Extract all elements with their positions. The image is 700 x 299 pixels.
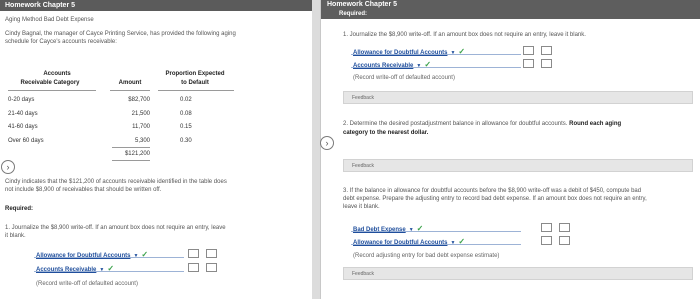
header-rule-1 [8, 90, 96, 91]
row-proportion: 0.08 [180, 111, 192, 117]
question1-text: 1. Journalize the $8,900 write-off. If a… [343, 32, 586, 38]
intro-text-line2: schedule for Cayce's accounts receivable… [5, 39, 117, 45]
entry-note: (Record adjusting entry for bad debt exp… [353, 253, 500, 259]
row-category: Over 60 days [8, 138, 44, 144]
credit-input[interactable] [206, 249, 217, 258]
row-amount: 11,700 [132, 124, 150, 130]
account-select-label: Allowance for Doubtful Accounts [353, 240, 448, 246]
paragraph-line1: Cindy indicates that the $121,200 of acc… [5, 179, 227, 185]
right-header: Homework Chapter 5 [321, 0, 700, 9]
account-select-label: Allowance for Doubtful Accounts [36, 253, 131, 259]
total-double-rule [112, 160, 150, 161]
account-select-allowance[interactable]: Allowance for Doubtful Accounts ▼ ✓ [36, 250, 148, 259]
debit-input[interactable] [541, 223, 552, 232]
account-select-allowance-2[interactable]: Allowance for Doubtful Accounts ▼ ✓ [353, 237, 465, 246]
chevron-down-icon: ▼ [450, 50, 456, 56]
right-panel: Homework Chapter 5 Required: 1. Journali… [320, 0, 700, 299]
question3-line2: debt expense. Prepare the adjusting entr… [343, 196, 647, 202]
feedback-label: Feedback [352, 95, 374, 101]
account-select-label: Bad Debt Expense [353, 227, 406, 233]
question2-text: 2. Determine the desired postadjustment … [343, 121, 570, 127]
credit-input[interactable] [541, 59, 552, 68]
chevron-right-icon: › [325, 138, 329, 148]
row-amount: 21,500 [131, 111, 150, 117]
row-category: 21-40 days [8, 111, 38, 117]
total-rule [112, 147, 150, 148]
credit-input[interactable] [206, 263, 217, 272]
credit-input[interactable] [559, 236, 570, 245]
account-select-receivable[interactable]: Accounts Receivable ▼ ✓ [36, 264, 114, 273]
col-header-proportion-line2: to Default [181, 80, 209, 86]
debit-input[interactable] [188, 263, 199, 272]
checkmark-icon: ✓ [458, 237, 466, 246]
chevron-down-icon: ▼ [416, 63, 422, 69]
question2-line2: category to the nearest dollar. [343, 130, 429, 136]
debit-input[interactable] [541, 236, 552, 245]
question1-line1: 1. Journalize the $8,900 write-off. If a… [5, 225, 226, 231]
row-proportion: 0.30 [180, 138, 192, 144]
debit-input[interactable] [188, 249, 199, 258]
question2-line1: 2. Determine the desired postadjustment … [343, 121, 621, 127]
account-select-label: Accounts Receivable [36, 267, 97, 273]
credit-input[interactable] [541, 46, 552, 55]
row-proportion: 0.02 [180, 97, 192, 103]
col-header-category-line1: Accounts [43, 71, 71, 77]
intro-text-line1: Cindy Bagnal, the manager of Cayce Print… [5, 31, 236, 37]
entry-note: (Record write-off of defaulted account) [353, 75, 455, 81]
question3-line1: 3. If the balance in allowance for doubt… [343, 188, 642, 194]
left-panel: Homework Chapter 5 Aging Method Bad Debt… [0, 0, 312, 299]
header-rule-2 [110, 90, 150, 91]
checkmark-icon: ✓ [424, 60, 432, 69]
debit-input[interactable] [523, 59, 534, 68]
row-category: 41-60 days [8, 124, 38, 130]
row-category: 0-20 days [8, 97, 35, 103]
credit-input[interactable] [559, 223, 570, 232]
row-proportion: 0.15 [180, 124, 192, 130]
chevron-right-icon: › [6, 162, 10, 172]
problem-subtitle: Aging Method Bad Debt Expense [5, 17, 94, 23]
required-label: Required: [5, 206, 34, 212]
feedback-label: Feedback [352, 271, 374, 277]
row-amount: $82,700 [128, 97, 150, 103]
checkmark-icon: ✓ [416, 224, 424, 233]
paragraph-line2: not include $8,900 of receivables that s… [5, 187, 162, 193]
account-select-label: Accounts Receivable [353, 63, 414, 69]
checkmark-icon: ✓ [107, 264, 115, 273]
chevron-down-icon: ▼ [408, 227, 414, 233]
feedback-bar[interactable]: Feedback [343, 267, 693, 280]
col-header-category-line2: Receivable Category [20, 80, 80, 86]
question3-line3: leave it blank. [343, 204, 380, 210]
left-header: Homework Chapter 5 [0, 0, 312, 11]
feedback-bar[interactable]: Feedback [343, 159, 693, 172]
chevron-down-icon: ▼ [450, 240, 456, 246]
header-rule-3 [158, 90, 234, 91]
account-select-receivable[interactable]: Accounts Receivable ▼ ✓ [353, 60, 431, 69]
nav-next-button-left[interactable]: › [1, 160, 15, 174]
question1-line2: it blank. [5, 233, 26, 239]
row-amount: 5,300 [134, 138, 150, 144]
account-select-label: Allowance for Doubtful Accounts [353, 50, 448, 56]
nav-next-button-right[interactable]: › [320, 136, 334, 150]
checkmark-icon: ✓ [141, 250, 149, 259]
checkmark-icon: ✓ [458, 47, 466, 56]
feedback-bar[interactable]: Feedback [343, 91, 693, 104]
chevron-down-icon: ▼ [133, 253, 139, 259]
account-select-bad-debt[interactable]: Bad Debt Expense ▼ ✓ [353, 224, 423, 233]
chevron-down-icon: ▼ [99, 267, 105, 273]
feedback-label: Feedback [352, 163, 374, 169]
col-header-proportion-line1: Proportion Expected [165, 71, 225, 77]
account-select-allowance[interactable]: Allowance for Doubtful Accounts ▼ ✓ [353, 47, 465, 56]
entry-note: (Record write-off of defaulted account) [36, 281, 138, 287]
debit-input[interactable] [523, 46, 534, 55]
question2-emphasis: Round each aging [569, 121, 622, 127]
required-bar: Required: [321, 9, 700, 19]
table-total: $121,200 [124, 151, 150, 157]
